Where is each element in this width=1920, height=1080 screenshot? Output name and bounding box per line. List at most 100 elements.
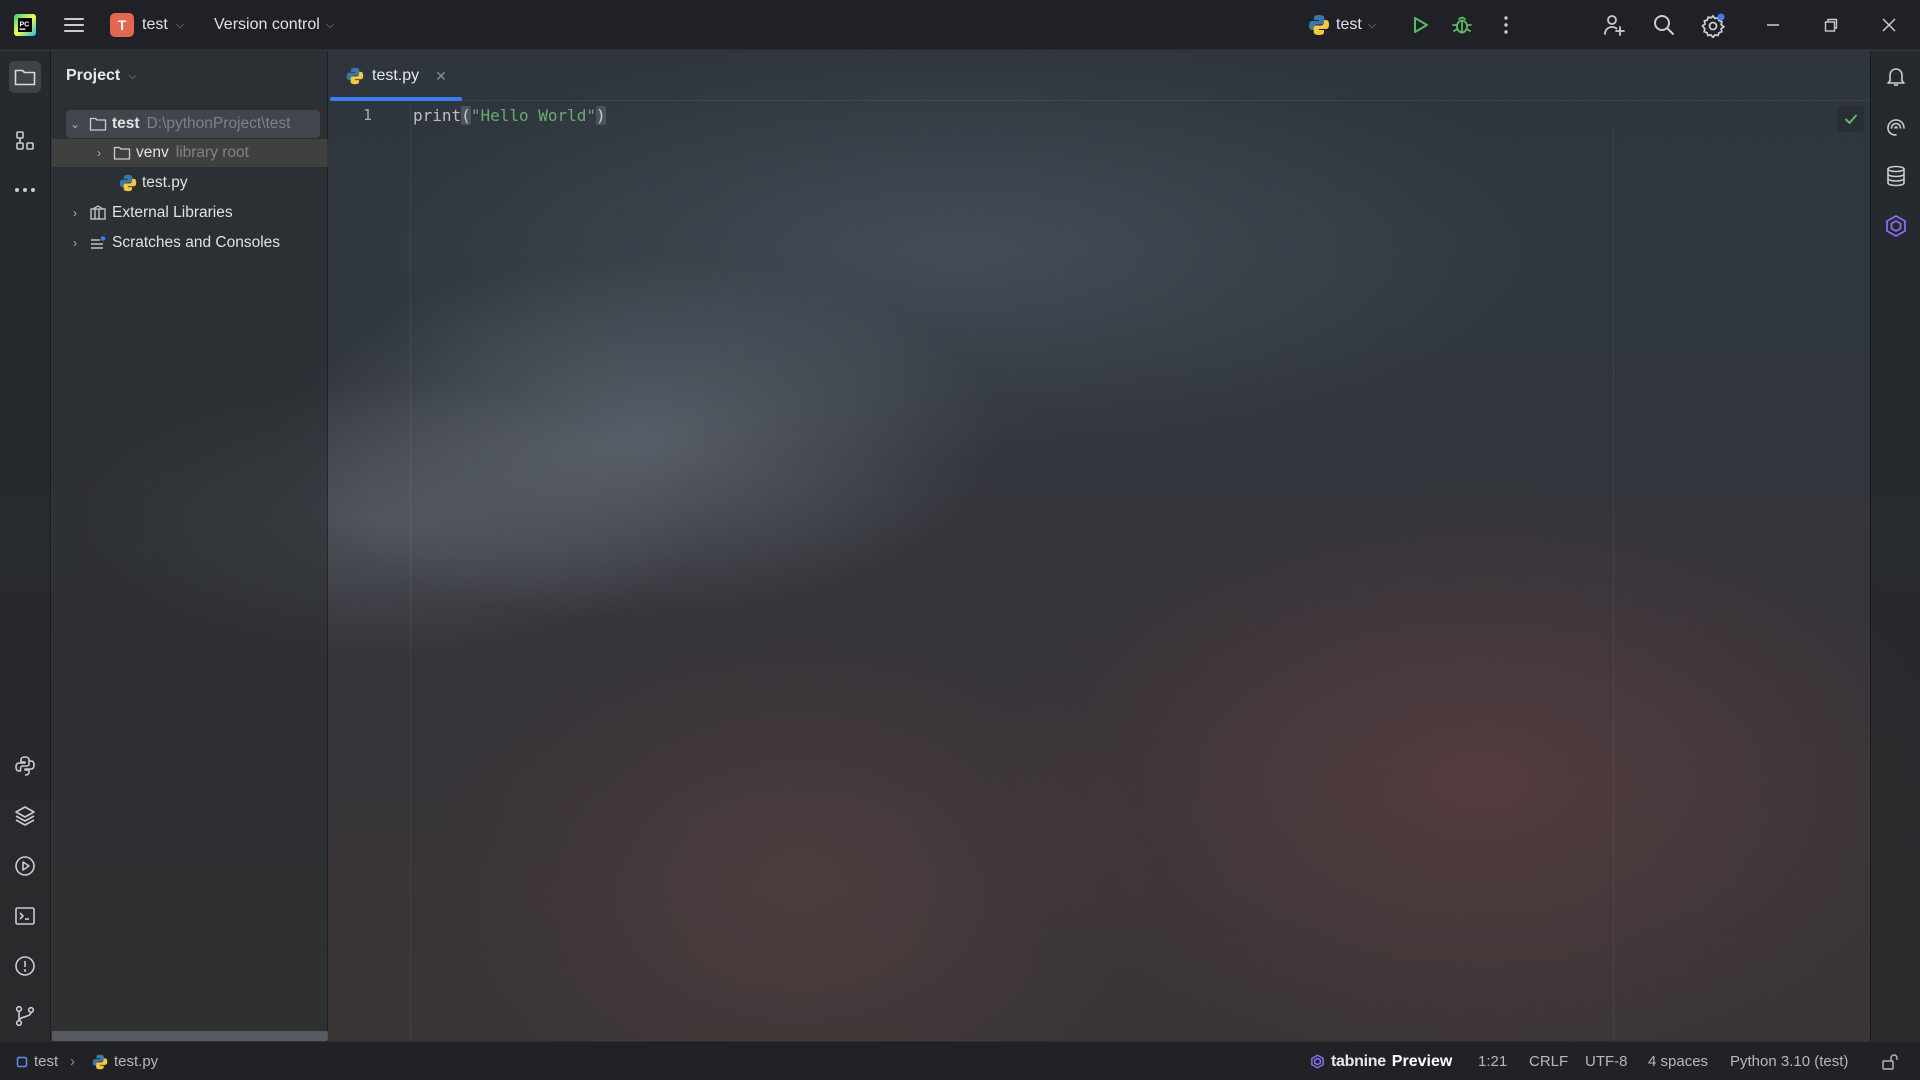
tree-item-venv[interactable]: › venv library root — [52, 139, 328, 167]
python-console-icon — [15, 756, 35, 776]
chevron-down-icon: ⌵ — [128, 69, 137, 82]
code-line[interactable]: print("Hello World") — [413, 106, 606, 125]
git-tool-button[interactable] — [9, 1000, 41, 1032]
gutter-divider — [410, 101, 411, 1041]
pycharm-logo-icon[interactable]: PC — [14, 14, 36, 36]
debug-icon[interactable] — [1449, 12, 1475, 38]
unlock-icon — [1882, 1053, 1898, 1070]
tree-item-label: External Libraries — [112, 204, 233, 221]
git-icon — [15, 1005, 35, 1027]
tree-item-project-root[interactable]: ⌄ test D:\pythonProject\test — [66, 110, 320, 138]
services-tool-button[interactable] — [9, 850, 41, 882]
folder-icon — [88, 115, 108, 133]
more-icon — [15, 188, 35, 192]
restore-window-icon[interactable] — [1818, 12, 1844, 38]
svg-text:PC: PC — [20, 22, 30, 29]
structure-tool-button[interactable] — [9, 125, 41, 157]
tree-item-label: test — [112, 115, 140, 132]
python-packages-button[interactable] — [9, 750, 41, 782]
tree-item-hint: library root — [175, 144, 249, 161]
settings-icon[interactable] — [1701, 12, 1727, 38]
project-switcher[interactable]: T test ⌵ — [110, 12, 184, 38]
layers-icon — [15, 806, 35, 826]
tabnine-brand: tabnine — [1331, 1052, 1386, 1070]
panel-title: Project — [66, 67, 121, 84]
search-icon[interactable] — [1651, 12, 1677, 38]
database-button[interactable] — [1881, 161, 1911, 191]
structure-icon — [16, 131, 34, 150]
editor-tab-bar: test.py ✕ — [330, 51, 1870, 101]
horizontal-scrollbar[interactable] — [52, 1031, 328, 1041]
python-interpreter[interactable]: Python 3.10 (test) — [1730, 1042, 1848, 1080]
checkmark-icon — [1845, 114, 1857, 124]
active-tab-indicator — [330, 97, 462, 101]
ai-assistant-icon — [1887, 119, 1905, 136]
layers-tool-button[interactable] — [9, 800, 41, 832]
project-panel: Project ⌵ ⌄ test D:\pythonProject\test ›… — [52, 51, 328, 1041]
more-actions-icon[interactable] — [1493, 12, 1519, 38]
chevron-right-icon[interactable]: › — [68, 236, 82, 250]
scratches-icon — [88, 234, 108, 252]
python-icon — [1309, 15, 1329, 35]
run-icon[interactable] — [1407, 12, 1433, 38]
title-bar: PC T test ⌵ Version control ⌵ test ⌵ — [0, 0, 1920, 50]
main-menu-icon[interactable] — [62, 13, 86, 37]
more-tool-windows-button[interactable] — [9, 174, 41, 206]
chevron-down-icon: ⌵ — [1367, 18, 1377, 31]
code-with-me-icon[interactable] — [1601, 12, 1627, 38]
breadcrumb-label: test.py — [114, 1053, 159, 1070]
folder-icon — [14, 69, 36, 86]
file-lock-toggle[interactable] — [1881, 1042, 1899, 1080]
inspection-status[interactable] — [1838, 106, 1864, 132]
tree-item-test-py[interactable]: test.py — [52, 169, 328, 197]
indent-setting[interactable]: 4 spaces — [1648, 1042, 1708, 1080]
notifications-button[interactable] — [1881, 61, 1911, 91]
right-margin-guide — [1613, 130, 1614, 1040]
version-control-menu[interactable]: Version control ⌵ — [214, 12, 334, 38]
tabnine-icon — [1886, 215, 1906, 237]
problems-icon — [15, 956, 35, 976]
chevron-right-icon[interactable]: › — [68, 206, 82, 220]
file-encoding[interactable]: UTF-8 — [1585, 1042, 1628, 1080]
folder-icon — [112, 144, 132, 162]
chevron-down-icon[interactable]: ⌄ — [68, 117, 82, 131]
close-window-icon[interactable] — [1876, 12, 1902, 38]
tabnine-button[interactable] — [1881, 211, 1911, 241]
ai-assistant-button[interactable] — [1881, 111, 1911, 141]
close-tab-icon[interactable]: ✕ — [435, 68, 447, 85]
problems-tool-button[interactable] — [9, 950, 41, 982]
status-bar: test › test.py tabnine Preview 1:21 CRLF… — [0, 1041, 1920, 1080]
python-file-icon — [118, 174, 138, 192]
project-name: test — [142, 16, 168, 33]
chevron-right-icon[interactable]: › — [92, 146, 106, 160]
breadcrumb-project[interactable]: test — [16, 1042, 58, 1080]
tree-item-label: test.py — [142, 174, 188, 191]
right-tool-strip — [1870, 51, 1920, 1041]
code-paren-close: ) — [596, 106, 606, 125]
tree-item-path: D:\pythonProject\test — [146, 115, 291, 132]
tree-item-scratches[interactable]: › Scratches and Consoles — [52, 229, 328, 257]
tree-item-label: Scratches and Consoles — [112, 234, 281, 251]
tree-item-external-libraries[interactable]: › External Libraries — [52, 199, 328, 227]
terminal-tool-button[interactable] — [9, 900, 41, 932]
breadcrumb-separator: › — [70, 1042, 75, 1080]
chevron-down-icon: ⌵ — [325, 18, 335, 31]
code-string: "Hello World" — [470, 106, 597, 125]
project-view-selector[interactable]: Project ⌵ — [66, 67, 137, 85]
left-tool-strip — [0, 51, 51, 1041]
line-separator[interactable]: CRLF — [1529, 1042, 1568, 1080]
code-paren-open: ( — [461, 106, 471, 125]
project-tool-button[interactable] — [9, 61, 41, 93]
minimize-window-icon[interactable] — [1760, 12, 1786, 38]
run-configuration-selector[interactable]: test ⌵ — [1308, 12, 1376, 38]
tab-label: test.py — [372, 67, 420, 84]
tabnine-icon — [1311, 1054, 1324, 1069]
code-function: print — [413, 106, 462, 125]
python-file-icon — [92, 1054, 108, 1069]
tab-test-py[interactable]: test.py ✕ — [330, 51, 462, 101]
database-icon — [1887, 165, 1905, 187]
tabnine-status[interactable]: tabnine Preview — [1310, 1042, 1452, 1080]
breadcrumb-file[interactable]: test.py — [92, 1042, 158, 1080]
caret-position[interactable]: 1:21 — [1478, 1042, 1507, 1080]
chevron-down-icon: ⌵ — [175, 18, 185, 31]
